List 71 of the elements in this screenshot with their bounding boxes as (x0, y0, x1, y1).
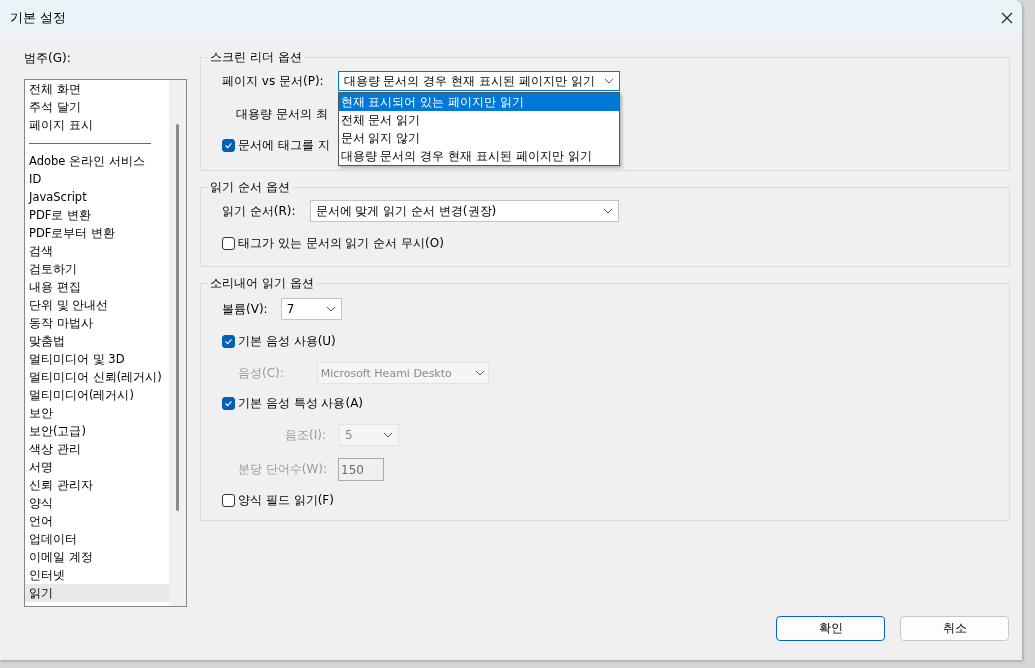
category-item[interactable]: 주석 달기 (25, 98, 169, 116)
category-item[interactable]: 검토하기 (25, 260, 169, 278)
close-icon (1001, 12, 1013, 24)
category-item[interactable]: JavaScript (25, 188, 169, 206)
checkbox[interactable] (222, 335, 235, 348)
category-item[interactable]: 신뢰 관리자 (25, 476, 169, 494)
caret-icon (325, 306, 336, 312)
category-item[interactable]: 이메일 계정 (25, 548, 169, 566)
group-title: 스크린 리더 옵션 (209, 49, 303, 66)
field-label: 대용량 문서의 최 (236, 106, 328, 123)
category-item[interactable]: Adobe 온라인 서비스 (25, 152, 169, 170)
close-button[interactable] (1000, 11, 1014, 25)
checkbox[interactable] (222, 494, 235, 507)
dropdown-option[interactable]: 대용량 문서의 경우 현재 표시된 페이지만 읽기 (338, 147, 619, 165)
category-item[interactable]: 언어 (25, 512, 169, 530)
category-item[interactable]: 멀티미디어 신뢰(레거시) (25, 368, 169, 386)
group-title: 읽기 순서 옵션 (209, 179, 291, 196)
checkbox[interactable] (222, 397, 235, 410)
category-item[interactable]: PDF로 변환 (25, 206, 169, 224)
category-item[interactable]: 업데이터 (25, 530, 169, 548)
dropdown-option[interactable]: 현재 표시되어 있는 페이지만 읽기 (338, 93, 619, 111)
group-title: 소리내어 읽기 옵션 (209, 275, 315, 292)
dialog-button[interactable]: 취소 (900, 616, 1009, 641)
field-label: 페이지 vs 문서(P): (222, 72, 324, 90)
category-item[interactable]: 보안 (25, 404, 169, 422)
caret-icon (602, 208, 613, 214)
category-item[interactable]: 보안(고급) (25, 422, 169, 440)
category-item[interactable]: 단위 및 안내선 (25, 296, 169, 314)
checkbox-label: 문서에 태그를 지 (238, 137, 330, 154)
dropdown-option[interactable]: 문서 읽지 않기 (338, 129, 619, 147)
checkbox-label: 양식 필드 읽기(F) (238, 492, 334, 509)
category-item[interactable]: 내용 편집 (25, 278, 169, 296)
dialog-button[interactable]: 확인 (776, 616, 885, 641)
checkbox[interactable] (222, 139, 235, 152)
category-item[interactable]: 페이지 표시 (25, 116, 169, 134)
category-label: 범주(G): (24, 50, 72, 67)
checkbox[interactable] (222, 237, 235, 250)
checkmark-icon (223, 336, 234, 347)
field-label: 볼륨(V): (222, 300, 268, 318)
category-item[interactable]: 검색 (25, 242, 169, 260)
category-item[interactable]: 색상 관리 (25, 440, 169, 458)
checkbox-label: 태그가 있는 문서의 읽기 순서 무시(O) (238, 235, 444, 252)
category-item[interactable]: 양식 (25, 494, 169, 512)
window-title: 기본 설정 (10, 9, 67, 27)
dropdown[interactable]: 7 (280, 298, 342, 320)
caret-icon (474, 370, 485, 376)
dropdown[interactable]: 문서에 맞게 읽기 순서 변경(권장) (309, 200, 619, 222)
field-label: 음성(C): (238, 364, 284, 382)
category-item[interactable]: 멀티미디어(레거시) (25, 386, 169, 404)
category-item[interactable]: 서명 (25, 458, 169, 476)
scrollbar[interactable] (169, 80, 186, 606)
checkmark-icon (223, 140, 234, 151)
caret-icon (382, 432, 393, 438)
dropdown-option[interactable]: 전체 문서 읽기 (338, 111, 619, 129)
category-item[interactable]: 읽기 (25, 584, 169, 602)
field-label: 읽기 순서(R): (222, 202, 296, 220)
dropdown[interactable]: 대용량 문서의 경우 현재 표시된 페이지만 읽기 (337, 71, 620, 91)
category-item[interactable]: ID (25, 170, 169, 188)
category-item[interactable]: 전체 화면 (25, 80, 169, 98)
scrollbar-thumb[interactable] (176, 124, 179, 511)
checkmark-icon (223, 398, 234, 409)
category-item[interactable]: 동작 마법사 (25, 314, 169, 332)
checkbox-label: 기본 음성 사용(U) (238, 333, 336, 350)
checkbox-label: 기본 음성 특성 사용(A) (238, 395, 363, 412)
field-label: 음조(I): (285, 426, 326, 444)
category-item[interactable]: 멀티미디어 및 3D (25, 350, 169, 368)
category-item[interactable]: 인터넷 (25, 566, 169, 584)
field-label: 분당 단어수(W): (238, 461, 328, 478)
caret-icon (603, 78, 614, 84)
category-item[interactable]: PDF로부터 변환 (25, 224, 169, 242)
category-item[interactable]: 맞춤법 (25, 332, 169, 350)
